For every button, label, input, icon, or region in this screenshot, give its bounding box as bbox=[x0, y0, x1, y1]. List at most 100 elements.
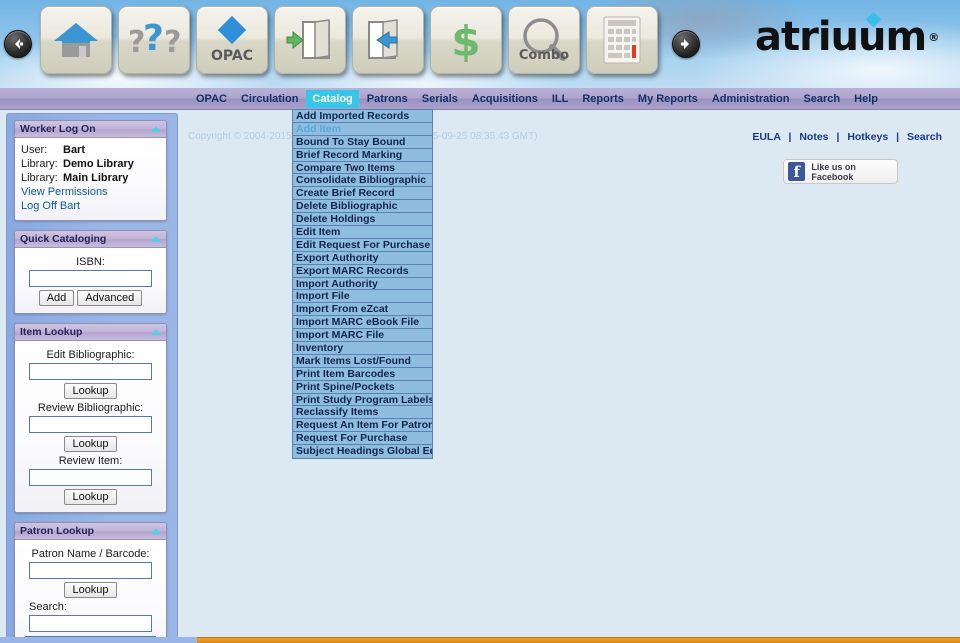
toolbar-button-calculator[interactable] bbox=[586, 6, 658, 74]
patron-lookup-button[interactable]: Lookup bbox=[64, 582, 116, 598]
dropdown-item-delete-bibliographic[interactable]: Delete Bibliographic bbox=[293, 200, 432, 213]
link-separator: | bbox=[896, 131, 899, 143]
dropdown-item-request-an-item-for-patron[interactable]: Request An Item For Patron bbox=[293, 419, 432, 432]
dropdown-item-bound-to-stay-bound[interactable]: Bound To Stay Bound bbox=[293, 136, 432, 149]
dropdown-item-request-for-purchase[interactable]: Request For Purchase bbox=[293, 432, 432, 445]
edit-bibliographic-input[interactable] bbox=[29, 363, 152, 380]
log-off-link[interactable]: Log Off Bart bbox=[21, 199, 160, 213]
dropdown-item-edit-request-for-purchase[interactable]: Edit Request For Purchase bbox=[293, 239, 432, 252]
collapse-triangle-icon[interactable] bbox=[151, 528, 161, 534]
menu-item-ill[interactable]: ILL bbox=[546, 90, 575, 108]
dollar-icon: $ bbox=[444, 17, 488, 63]
toolbar-button-fines[interactable]: $ bbox=[430, 6, 502, 74]
menu-item-search[interactable]: Search bbox=[797, 90, 846, 108]
review-item-label: Review Item: bbox=[21, 455, 160, 467]
dropdown-item-compare-two-items[interactable]: Compare Two Items bbox=[293, 162, 432, 175]
house-icon bbox=[52, 19, 100, 61]
menu-item-acquisitions[interactable]: Acquisitions bbox=[466, 90, 544, 108]
dropdown-item-add-imported-records[interactable]: Add Imported Records bbox=[293, 110, 432, 123]
forward-arrow-button[interactable] bbox=[672, 30, 700, 58]
collapse-triangle-icon[interactable] bbox=[151, 236, 161, 242]
dropdown-item-create-brief-record[interactable]: Create Brief Record bbox=[293, 187, 432, 200]
panel-header-item-lookup[interactable]: Item Lookup bbox=[15, 324, 166, 341]
dropdown-item-export-marc-records[interactable]: Export MARC Records bbox=[293, 265, 432, 278]
menu-item-circulation[interactable]: Circulation bbox=[235, 90, 304, 108]
review-item-input[interactable] bbox=[29, 469, 152, 486]
dropdown-item-subject-headings-global-edit[interactable]: Subject Headings Global Edit bbox=[293, 445, 432, 458]
dropdown-item-add-item[interactable]: Add Item bbox=[293, 123, 432, 136]
dropdown-item-delete-holdings[interactable]: Delete Holdings bbox=[293, 213, 432, 226]
panel-header-worker-log-on[interactable]: Worker Log On bbox=[15, 121, 166, 138]
dropdown-item-import-from-ezcat[interactable]: Import From eZcat bbox=[293, 303, 432, 316]
dropdown-item-edit-item[interactable]: Edit Item bbox=[293, 226, 432, 239]
panel-title: Item Lookup bbox=[20, 326, 151, 338]
menu-item-help[interactable]: Help bbox=[848, 90, 884, 108]
toolbar-button-help[interactable]: ? ? ? bbox=[118, 6, 190, 74]
arrow-right-icon bbox=[679, 37, 693, 51]
left-sidebar: Worker Log On User:Bart Library:Demo Lib… bbox=[6, 113, 178, 643]
advanced-button[interactable]: Advanced bbox=[77, 290, 142, 306]
menu-item-catalog[interactable]: Catalog bbox=[306, 90, 358, 108]
collapse-triangle-icon[interactable] bbox=[151, 126, 161, 132]
dropdown-item-print-spine-pockets[interactable]: Print Spine/Pockets bbox=[293, 381, 432, 394]
patron-name-barcode-input[interactable] bbox=[29, 562, 152, 579]
keypad-icon bbox=[600, 15, 644, 65]
dropdown-item-import-marc-ebook-file[interactable]: Import MARC eBook File bbox=[293, 316, 432, 329]
panel-header-quick-cataloging[interactable]: Quick Cataloging bbox=[15, 231, 166, 248]
panel-title: Patron Lookup bbox=[20, 525, 151, 537]
menu-item-serials[interactable]: Serials bbox=[416, 90, 464, 108]
logo-registered-mark: ® bbox=[928, 31, 938, 44]
dropdown-item-print-study-program-labels[interactable]: Print Study Program Labels bbox=[293, 394, 432, 407]
isbn-label: ISBN: bbox=[21, 256, 160, 268]
dropdown-item-brief-record-marking[interactable]: Brief Record Marking bbox=[293, 149, 432, 162]
question-marks-icon: ? ? ? bbox=[126, 18, 182, 62]
toolbar-button-check-out[interactable] bbox=[352, 6, 424, 74]
panel-body-quick-cataloging: ISBN: Add Advanced bbox=[15, 248, 166, 313]
toolbar-button-home[interactable] bbox=[40, 6, 112, 74]
dropdown-item-mark-items-lost-found[interactable]: Mark Items Lost/Found bbox=[293, 355, 432, 368]
search-link[interactable]: Search bbox=[907, 131, 942, 143]
top-right-links: EULA | Notes | Hotkeys | Search bbox=[752, 131, 942, 143]
panel-quick-cataloging: Quick Cataloging ISBN: Add Advanced bbox=[14, 230, 167, 314]
dropdown-item-reclassify-items[interactable]: Reclassify Items bbox=[293, 406, 432, 419]
dropdown-item-import-file[interactable]: Import File bbox=[293, 290, 432, 303]
user-label: User: bbox=[21, 143, 63, 157]
review-bibliographic-lookup-button[interactable]: Lookup bbox=[64, 436, 116, 452]
toolbar-button-opac[interactable]: OPAC bbox=[196, 6, 268, 74]
panel-title: Worker Log On bbox=[20, 123, 151, 135]
worker-library2-row: Library:Main Library bbox=[21, 171, 160, 185]
toolbar-button-check-in[interactable] bbox=[274, 6, 346, 74]
menu-item-patrons[interactable]: Patrons bbox=[361, 90, 414, 108]
menu-item-reports[interactable]: Reports bbox=[576, 90, 630, 108]
edit-bibliographic-lookup-button[interactable]: Lookup bbox=[64, 383, 116, 399]
back-arrow-button[interactable] bbox=[4, 30, 32, 58]
svg-text:?: ? bbox=[143, 18, 164, 59]
hotkeys-link[interactable]: Hotkeys bbox=[847, 131, 888, 143]
isbn-input[interactable] bbox=[29, 270, 152, 287]
edit-bibliographic-label: Edit Bibliographic: bbox=[21, 349, 160, 361]
view-permissions-link[interactable]: View Permissions bbox=[21, 185, 160, 199]
menu-item-opac[interactable]: OPAC bbox=[190, 90, 233, 108]
dropdown-item-import-authority[interactable]: Import Authority bbox=[293, 278, 432, 291]
menu-item-my-reports[interactable]: My Reports bbox=[632, 90, 704, 108]
review-item-lookup-button[interactable]: Lookup bbox=[64, 489, 116, 505]
combo-magnifier-icon: Combo bbox=[517, 15, 571, 65]
copyright-line: Copyright © 2004-2015 Bo bbox=[188, 131, 307, 142]
add-button[interactable]: Add bbox=[39, 290, 75, 306]
dropdown-item-export-authority[interactable]: Export Authority bbox=[293, 252, 432, 265]
dropdown-item-inventory[interactable]: Inventory bbox=[293, 342, 432, 355]
menu-item-administration[interactable]: Administration bbox=[706, 90, 796, 108]
dropdown-item-print-item-barcodes[interactable]: Print Item Barcodes bbox=[293, 368, 432, 381]
panel-header-patron-lookup[interactable]: Patron Lookup bbox=[15, 523, 166, 540]
facebook-icon: f bbox=[788, 162, 805, 181]
dropdown-item-import-marc-file[interactable]: Import MARC File bbox=[293, 329, 432, 342]
patron-search-input[interactable] bbox=[29, 615, 152, 632]
build-timestamp: 15-09-25 08:35:43 GMT) bbox=[427, 131, 537, 142]
collapse-triangle-icon[interactable] bbox=[151, 329, 161, 335]
toolbar-button-combo[interactable]: Combo bbox=[508, 6, 580, 74]
dropdown-item-consolidate-bibliographic[interactable]: Consolidate Bibliographic bbox=[293, 174, 432, 187]
facebook-like-widget[interactable]: f Like us on Facebook bbox=[783, 159, 898, 184]
review-bibliographic-input[interactable] bbox=[29, 416, 152, 433]
notes-link[interactable]: Notes bbox=[799, 131, 828, 143]
eula-link[interactable]: EULA bbox=[752, 131, 780, 143]
